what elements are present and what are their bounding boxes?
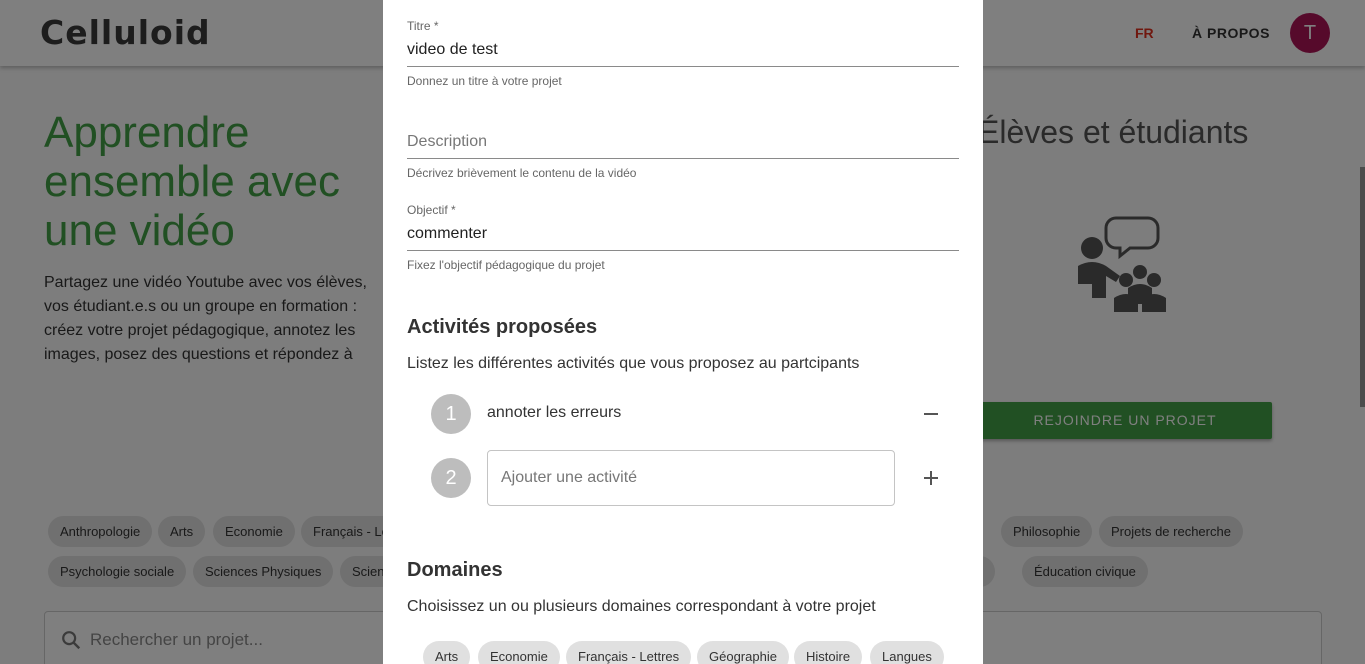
- activities-subtitle: Listez les différentes activités que vou…: [407, 355, 860, 372]
- description-field[interactable]: Description: [407, 133, 487, 151]
- objective-field[interactable]: commenter: [407, 225, 487, 243]
- activities-title: Activités proposées: [407, 316, 598, 338]
- domains-title: Domaines: [407, 559, 503, 581]
- objective-field-help: Fixez l'objectif pédagogique du projet: [407, 258, 605, 272]
- domains-subtitle: Choisissez un ou plusieurs domaines corr…: [407, 598, 876, 615]
- objective-field-underline: [407, 250, 959, 251]
- activity-number-badge: 1: [431, 394, 471, 434]
- objective-field-label: Objectif *: [407, 203, 456, 217]
- domain-chip-economie[interactable]: Economie: [478, 641, 560, 664]
- domain-chip-arts[interactable]: Arts: [423, 641, 471, 664]
- new-activity-number-badge: 2: [431, 458, 471, 498]
- new-activity-placeholder: Ajouter une activité: [501, 469, 638, 486]
- description-field-underline: [407, 158, 959, 159]
- domain-chip-langues[interactable]: Langues: [870, 641, 944, 664]
- title-field-label: Titre *: [407, 19, 439, 33]
- domain-chip-francais-lettres[interactable]: Français - Lettres: [566, 641, 692, 664]
- description-field-help: Décrivez brièvement le contenu de la vid…: [407, 166, 637, 180]
- remove-icon[interactable]: [919, 402, 943, 426]
- domain-chip-geographie[interactable]: Géographie: [697, 641, 789, 664]
- title-field[interactable]: video de test: [407, 41, 498, 59]
- title-field-underline: [407, 66, 959, 67]
- create-project-dialog: Titre * video de test Donnez un titre à …: [383, 0, 983, 664]
- domain-chip-histoire[interactable]: Histoire: [794, 641, 863, 664]
- activity-item-text: annoter les erreurs: [487, 404, 622, 421]
- title-field-help: Donnez un titre à votre projet: [407, 74, 562, 88]
- add-icon[interactable]: [919, 466, 943, 490]
